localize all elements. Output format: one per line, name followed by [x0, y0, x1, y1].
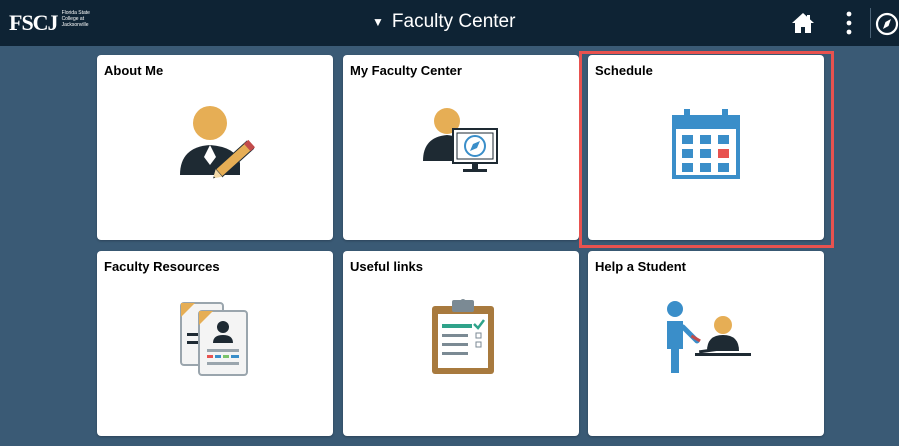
tile-about-me[interactable]: About Me	[97, 55, 333, 240]
tile-my-faculty-center[interactable]: My Faculty Center	[343, 55, 579, 240]
tile-title: My Faculty Center	[350, 63, 462, 78]
tile-title: Schedule	[595, 63, 653, 78]
navbar-compass-icon[interactable]	[873, 12, 899, 36]
tile-title: Help a Student	[595, 259, 687, 274]
more-options-icon[interactable]	[842, 9, 856, 37]
documents-icon	[180, 302, 248, 376]
college-logo[interactable]: FSCJ Florida State College at Jacksonvil…	[9, 9, 102, 37]
advising-icon	[667, 301, 751, 373]
logo-mark: FSCJ	[9, 10, 59, 35]
header-bar: FSCJ Florida State College at Jacksonvil…	[0, 0, 899, 46]
user-monitor-icon	[423, 108, 498, 172]
caret-down-icon: ▼	[372, 15, 384, 29]
tile-title: About Me	[104, 63, 164, 78]
tile-title: Faculty Resources	[104, 259, 220, 274]
user-edit-icon	[180, 106, 256, 179]
logo-subtext: Florida State College at Jacksonville	[61, 10, 90, 28]
tile-useful-links[interactable]: Useful links	[343, 251, 579, 436]
tile-title: Useful links	[350, 259, 423, 274]
page-title: Faculty Center	[391, 11, 516, 32]
page-title-dropdown[interactable]: ▼ Faculty Center	[372, 11, 515, 33]
tile-help-a-student[interactable]: Help a Student	[588, 251, 824, 436]
home-icon[interactable]	[791, 12, 815, 34]
clipboard-icon	[432, 299, 494, 374]
tile-schedule[interactable]: Schedule	[588, 55, 824, 240]
calendar-icon	[672, 109, 740, 179]
header-divider	[870, 8, 871, 38]
tile-faculty-resources[interactable]: Faculty Resources	[97, 251, 333, 436]
